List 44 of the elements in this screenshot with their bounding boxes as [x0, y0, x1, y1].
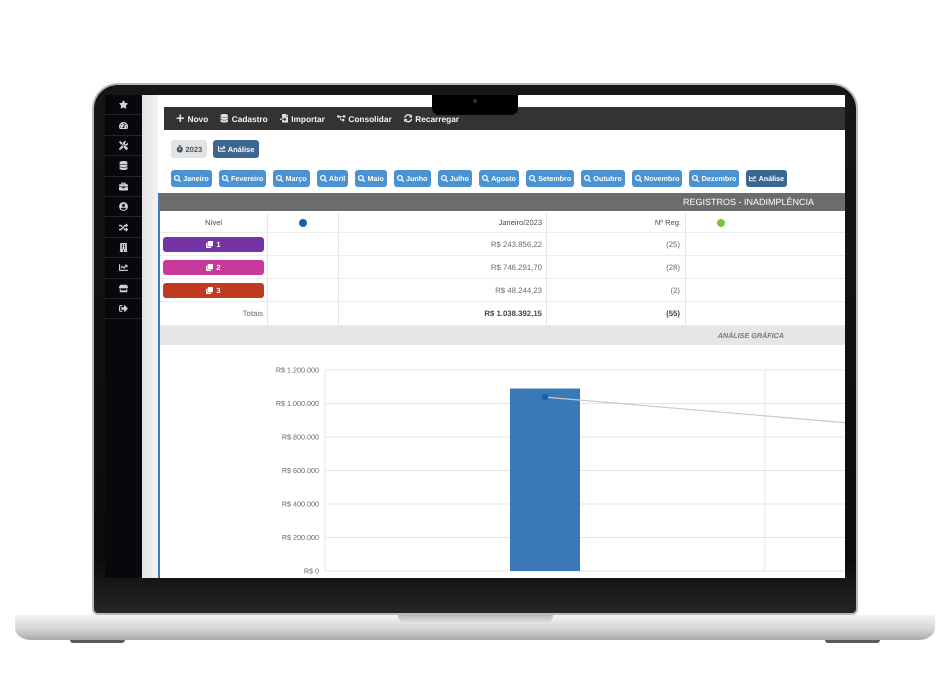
section-title: REGISTROS - INADIMPLÊNCIA: [682, 197, 814, 207]
tools-icon[interactable]: [119, 140, 128, 150]
toolbar-button[interactable]: Importar: [280, 114, 325, 124]
search-icon: [358, 174, 366, 182]
database-icon: [220, 114, 229, 123]
search-icon: [396, 174, 404, 182]
copy-icon: [206, 240, 214, 248]
toolbar-button[interactable]: Recarregar: [404, 114, 460, 124]
camera-dot-icon: [473, 99, 477, 103]
star-icon[interactable]: [119, 100, 128, 110]
search-icon: [584, 174, 592, 182]
copy-icon: [206, 264, 214, 270]
toolbar-button[interactable]: Novo: [176, 114, 208, 124]
logout-icon[interactable]: [119, 304, 128, 314]
database-icon[interactable]: [119, 161, 128, 170]
briefcase-icon[interactable]: [119, 182, 128, 191]
search-icon: [320, 174, 327, 182]
line-chart-icon: [218, 145, 226, 153]
user-icon[interactable]: [119, 202, 128, 212]
line-chart-icon[interactable]: [119, 263, 128, 272]
file-import-icon: [280, 114, 288, 123]
search-icon: [222, 174, 229, 182]
laptop-foot: [70, 640, 125, 643]
reload-icon: [404, 114, 412, 123]
search-icon: [440, 174, 448, 182]
stopwatch-icon: [176, 145, 184, 153]
shuffle-icon[interactable]: [119, 222, 128, 232]
search-icon: [276, 174, 284, 182]
copy-icon: [206, 286, 214, 294]
search-icon: [174, 174, 182, 182]
plus-icon: [176, 114, 184, 123]
search-icon: [634, 174, 642, 182]
line-chart-icon: [749, 174, 757, 182]
laptop-foot: [825, 640, 880, 643]
search-icon: [528, 174, 536, 182]
data-point: [542, 394, 548, 400]
toolbar-button[interactable]: Consolidar: [336, 114, 392, 124]
search-icon: [692, 174, 700, 182]
branch-icon: [336, 114, 346, 123]
store-icon[interactable]: [119, 284, 128, 293]
toolbar-button[interactable]: Cadastro: [220, 114, 268, 124]
building-icon[interactable]: [119, 242, 128, 252]
search-icon: [482, 174, 490, 182]
gauge-icon[interactable]: [119, 120, 128, 130]
